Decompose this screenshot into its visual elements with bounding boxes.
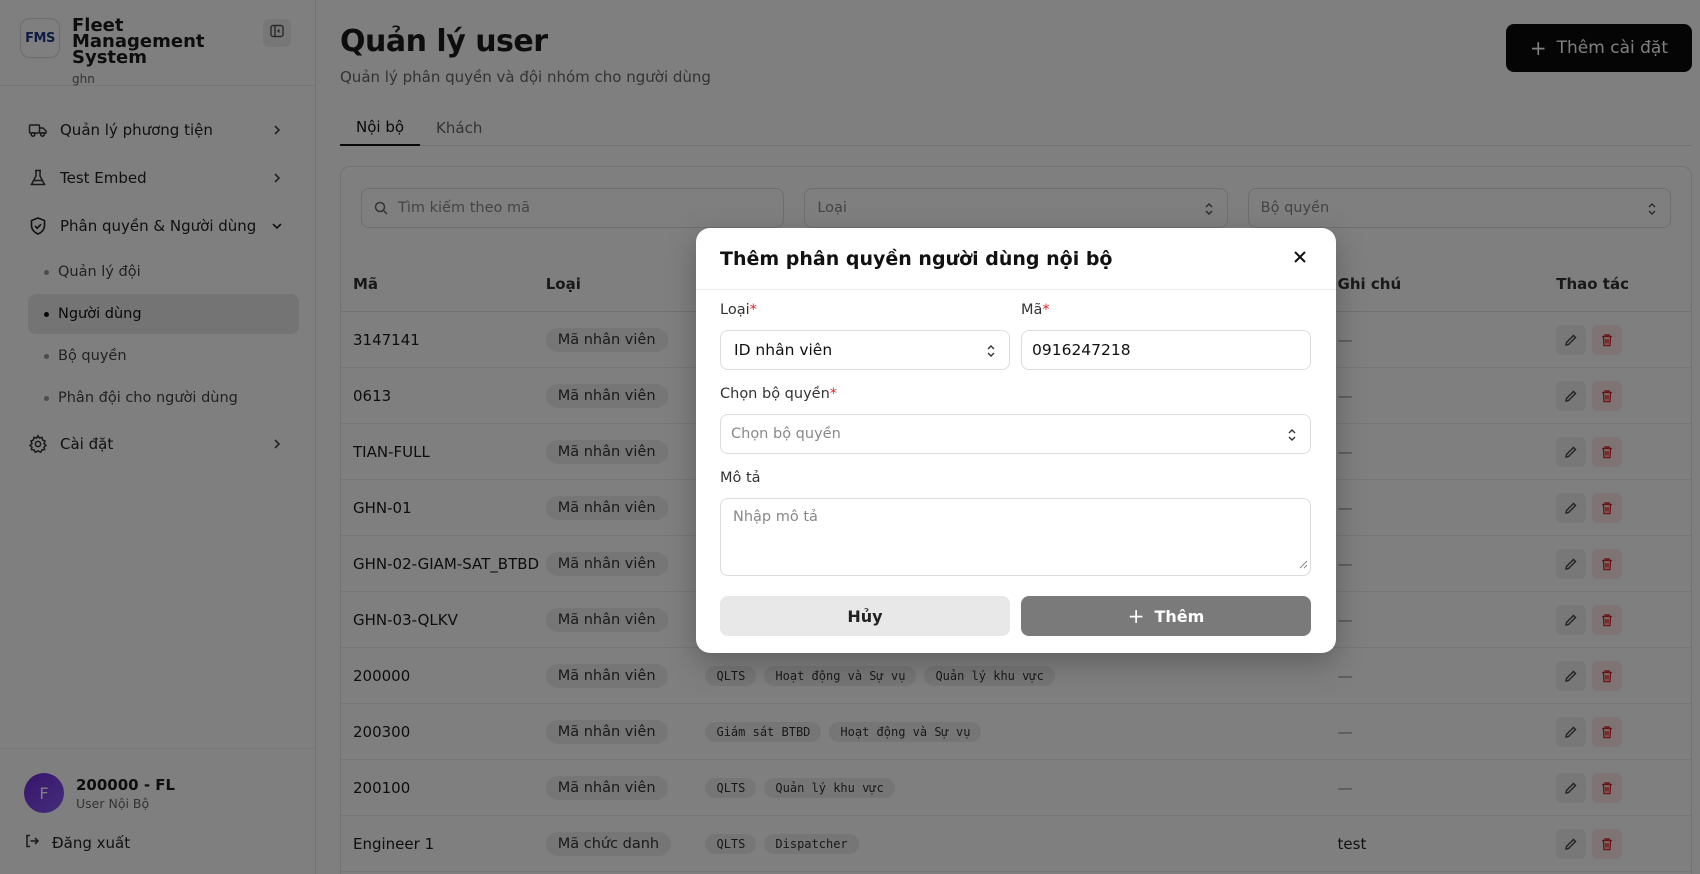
dialog-title: Thêm phân quyền người dùng nội bộ xyxy=(720,247,1113,270)
permission-set-label-text: Chọn bộ quyền xyxy=(720,386,830,402)
close-icon xyxy=(1292,249,1308,269)
required-mark: * xyxy=(749,302,757,318)
permission-set-placeholder: Chọn bộ quyền xyxy=(731,426,841,442)
chevron-up-down-icon xyxy=(985,343,997,363)
code-label-text: Mã xyxy=(1021,302,1043,318)
permission-set-select[interactable]: Chọn bộ quyền xyxy=(720,414,1311,454)
close-button[interactable] xyxy=(1288,247,1312,271)
permission-set-label: Chọn bộ quyền* xyxy=(720,386,837,402)
required-mark: * xyxy=(829,386,838,402)
description-textarea[interactable]: Nhập mô tả xyxy=(720,498,1311,576)
chevron-up-down-icon xyxy=(1286,427,1298,447)
add-button[interactable]: + Thêm xyxy=(1021,596,1311,636)
type-select[interactable]: ID nhân viên xyxy=(720,330,1010,370)
type-label: Loại* xyxy=(720,302,757,318)
required-mark: * xyxy=(1042,302,1050,318)
description-placeholder: Nhập mô tả xyxy=(733,509,818,525)
description-label: Mô tả xyxy=(720,470,761,486)
code-label: Mã* xyxy=(1021,302,1050,318)
dialog-header: Thêm phân quyền người dùng nội bộ xyxy=(696,228,1336,290)
add-button-label: Thêm xyxy=(1154,606,1205,626)
type-select-value: ID nhân viên xyxy=(734,341,833,359)
code-input[interactable]: 0916247218 xyxy=(1021,330,1311,370)
cancel-button[interactable]: Hủy xyxy=(720,596,1010,636)
type-label-text: Loại xyxy=(720,302,750,318)
add-permission-dialog: Thêm phân quyền người dùng nội bộ Loại* … xyxy=(696,228,1336,653)
plus-icon: + xyxy=(1127,604,1145,628)
resize-handle-icon[interactable] xyxy=(1298,557,1308,573)
